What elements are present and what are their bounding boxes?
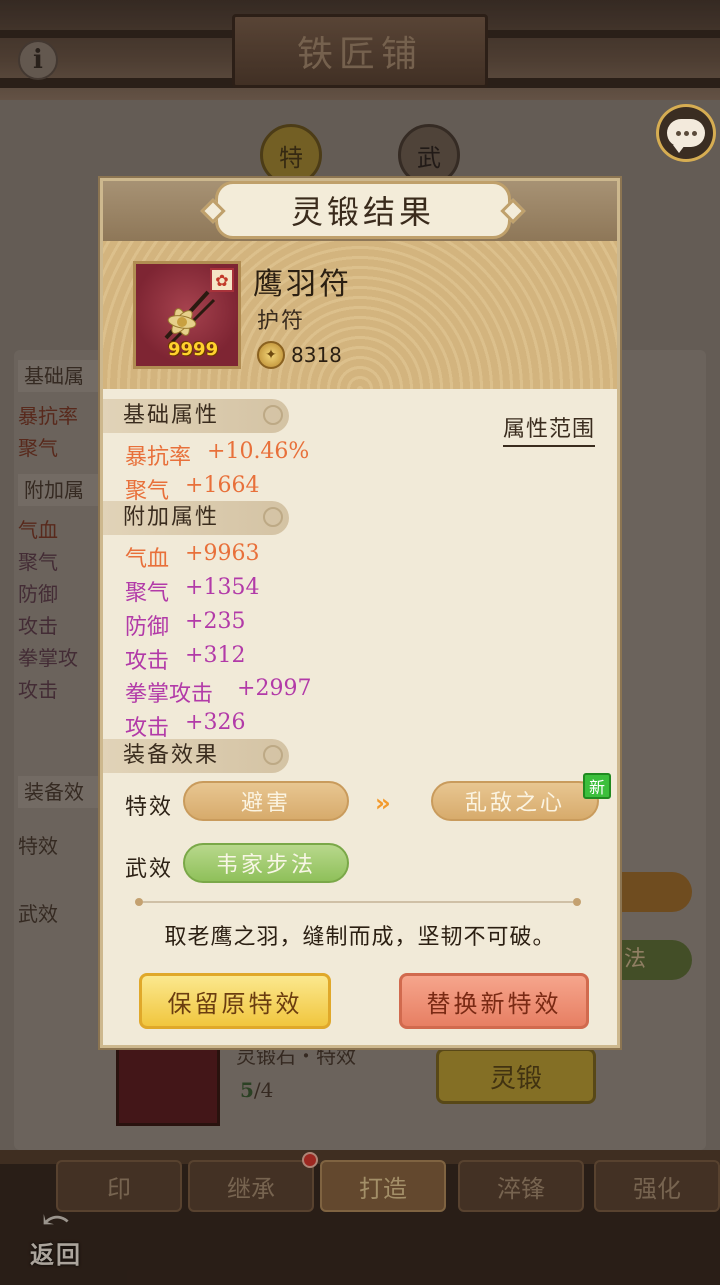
- stat-row: 聚气 +1354: [125, 575, 259, 607]
- extra-attributes-header: 附加属性: [103, 501, 289, 535]
- item-description: 取老鹰之羽，缝制而成，坚韧不可破。: [164, 925, 556, 950]
- swirl-ornament-icon: [263, 405, 283, 425]
- special-effect-label: 特效: [125, 795, 174, 820]
- stat-value: +2997: [237, 676, 312, 701]
- stat-value: +1354: [185, 575, 260, 600]
- double-chevron-right-icon: ››: [375, 789, 391, 817]
- item-name: 鹰羽符: [253, 267, 352, 302]
- item-icon-frame[interactable]: ✿ 9999: [133, 261, 241, 369]
- swirl-ornament-icon: [263, 507, 283, 527]
- chat-bubble-icon: [667, 119, 705, 153]
- stat-value: +235: [185, 609, 246, 634]
- stat-row: 防御 +235: [125, 609, 245, 641]
- new-badge: 新: [583, 773, 611, 799]
- martial-effect-label: 武效: [125, 857, 174, 882]
- stat-value: +326: [185, 710, 246, 735]
- stat-value: +9963: [185, 541, 260, 566]
- section-title: 装备效果: [123, 743, 220, 768]
- section-title: 附加属性: [123, 505, 220, 530]
- attribute-range-link[interactable]: 属性范围: [503, 411, 596, 447]
- forge-result-dialog: 灵锻结果 ✿ 9999 鹰羽符 护符 ✦ 8318 基础属性 属性范围 暴抗率 …: [100, 178, 620, 1048]
- divider: [135, 898, 581, 906]
- stat-name: 拳掌攻击: [125, 682, 214, 707]
- item-power: ✦ 8318: [257, 341, 342, 369]
- stat-name: 聚气: [125, 581, 170, 606]
- stat-row: 攻击 +326: [125, 710, 245, 742]
- stat-name: 防御: [125, 615, 170, 640]
- replace-new-effect-button[interactable]: 替换新特效: [399, 973, 589, 1029]
- swirl-ornament-icon: [263, 745, 283, 765]
- dialog-title-plaque: 灵锻结果: [200, 181, 526, 239]
- power-coin-icon: ✦: [257, 341, 285, 369]
- martial-effect-value[interactable]: 韦家步法: [183, 843, 349, 883]
- feather-charm-icon: [164, 290, 216, 344]
- section-title: 基础属性: [123, 403, 220, 428]
- chat-button[interactable]: [656, 104, 716, 162]
- stat-row: 气血 +9963: [125, 541, 259, 573]
- item-quantity: 9999: [168, 339, 219, 360]
- stat-name: 气血: [125, 547, 170, 572]
- new-special-effect[interactable]: 乱敌之心: [431, 781, 599, 821]
- stat-row: 攻击 +312: [125, 643, 245, 675]
- stat-name: 攻击: [125, 649, 170, 674]
- stat-value: +10.46%: [207, 439, 310, 464]
- old-special-effect[interactable]: 避害: [183, 781, 349, 821]
- stat-row: 拳掌攻击 +2997: [125, 676, 311, 708]
- keep-original-effect-button[interactable]: 保留原特效: [139, 973, 331, 1029]
- stat-name: 暴抗率: [125, 445, 192, 470]
- stat-value: +312: [185, 643, 246, 668]
- stat-name: 攻击: [125, 716, 170, 741]
- item-type: 护符: [257, 309, 306, 334]
- equipment-effect-header: 装备效果: [103, 739, 289, 773]
- base-attributes-header: 基础属性: [103, 399, 289, 433]
- dialog-title: 灵锻结果: [290, 193, 435, 231]
- item-banner: ✿ 9999 鹰羽符 护符 ✦ 8318: [103, 241, 617, 389]
- stat-row: 暴抗率 +10.46%: [125, 439, 309, 471]
- item-power-value: 8318: [291, 343, 342, 367]
